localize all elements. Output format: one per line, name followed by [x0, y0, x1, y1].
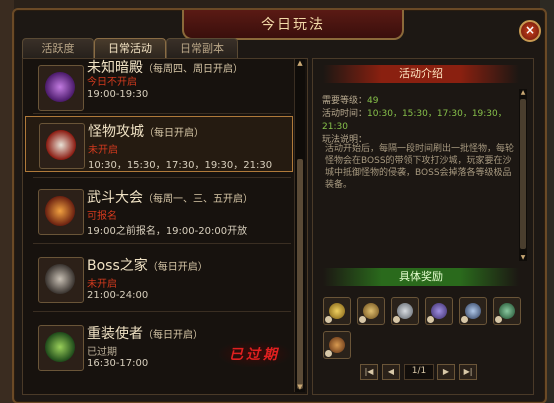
event-status: 未开启: [87, 279, 117, 290]
event-name: 怪物攻城: [88, 124, 144, 140]
title-plate: 今日玩法: [182, 10, 404, 40]
reward-blade-icon[interactable]: [391, 297, 419, 325]
reward-armor-icon[interactable]: [493, 297, 521, 325]
event-schedule: （每日开启）: [143, 330, 203, 341]
detail-scrollbar[interactable]: ▲ ▼: [519, 89, 527, 261]
reward-ring-icon[interactable]: [459, 297, 487, 325]
tab-activity[interactable]: 活跃度: [22, 38, 94, 59]
event-list: 未知暗殿（每周四、周日开启） 今日不开启 19:00-19:30 怪物攻城（每日…: [22, 58, 308, 395]
event-name: 武斗大会: [87, 190, 143, 206]
lock-icon: [359, 316, 366, 323]
list-item-unknown-dark-palace[interactable]: 未知暗殿（每周四、周日开启） 今日不开启 19:00-19:30: [25, 59, 293, 115]
next-page-button[interactable]: ▶: [437, 364, 455, 380]
reward-boots-icon[interactable]: [323, 331, 351, 359]
event-status: 已过期: [87, 347, 117, 358]
tab-daily-events[interactable]: 日常活动: [94, 38, 166, 59]
scroll-thumb[interactable]: [297, 159, 303, 389]
list-item-monster-siege[interactable]: 怪物攻城（每日开启） 未开启 10:30，15:30，17:30，19:30，2…: [25, 116, 293, 172]
reward-sword-icon[interactable]: [323, 297, 351, 325]
list-scrollbar[interactable]: ▲ ▼: [294, 59, 305, 392]
scroll-thumb[interactable]: [520, 99, 526, 249]
scroll-up-icon[interactable]: ▲: [295, 59, 305, 68]
dark-palace-icon: [38, 65, 84, 111]
window-title: 今日玩法: [261, 17, 325, 33]
event-detail-panel: 活动介绍 需要等级：49 活动时间：10:30，15:30，17:30，19:3…: [312, 58, 534, 395]
event-name: Boss之家: [87, 258, 148, 274]
reward-helmet-icon[interactable]: [357, 297, 385, 325]
scroll-up-icon[interactable]: ▲: [519, 89, 527, 96]
event-time: 19:00之前报名，19:00-20:00开放: [87, 226, 248, 237]
lock-icon: [461, 316, 468, 323]
list-item-martial-tournament[interactable]: 武斗大会（每周一、三、五开启） 可报名 19:00之前报名，19:00-20:0…: [25, 183, 293, 239]
first-page-button[interactable]: |◀: [360, 364, 378, 380]
event-time: 19:00-19:30: [87, 89, 149, 100]
monster-siege-icon: [39, 123, 85, 169]
boss-home-icon: [38, 257, 84, 303]
list-divider: [33, 113, 291, 114]
list-divider: [33, 243, 291, 244]
lock-icon: [427, 316, 434, 323]
last-page-button[interactable]: ▶|: [459, 364, 477, 380]
lock-icon: [325, 316, 332, 323]
event-status: 未开启: [88, 145, 118, 156]
lock-icon: [495, 316, 502, 323]
event-name: 重装使者: [87, 326, 143, 342]
event-status: 今日不开启: [87, 77, 137, 88]
rewards-header: 具体奖励: [323, 268, 519, 286]
page-indicator: 1/1: [404, 364, 434, 380]
level-label: 需要等级：: [322, 96, 368, 106]
event-time: 16:30-17:00: [87, 358, 149, 369]
martial-tournament-icon: [38, 189, 84, 235]
event-description: 活动开始后，每隔一段时间刷出一批怪物，每轮怪物会在BOSS的带领下攻打沙城，玩家…: [325, 144, 515, 190]
heavy-armor-envoy-icon: [38, 325, 84, 371]
list-item-boss-home[interactable]: Boss之家（每日开启） 未开启 21:00-24:00: [25, 251, 293, 307]
tab-daily-dungeons[interactable]: 日常副本: [166, 38, 238, 59]
intro-header: 活动介绍: [323, 65, 519, 83]
event-schedule: （每日开启）: [144, 128, 204, 139]
event-status: 可报名: [87, 211, 117, 222]
prev-page-button[interactable]: ◀: [382, 364, 400, 380]
level-value: 49: [367, 96, 379, 106]
list-divider: [33, 311, 291, 312]
list-divider: [33, 177, 291, 178]
event-schedule: （每周四、周日开启）: [143, 64, 243, 75]
time-label: 活动时间：: [322, 109, 368, 119]
event-time: 10:30，15:30，17:30，19:30，21:30: [88, 160, 273, 171]
expired-stamp: 已过期: [219, 341, 290, 367]
lock-icon: [325, 350, 332, 357]
scroll-down-icon[interactable]: ▼: [295, 383, 305, 392]
lock-icon: [393, 316, 400, 323]
event-time: 21:00-24:00: [87, 290, 149, 301]
daily-activities-window: 今日玩法 × 活跃度 日常活动 日常副本 未知暗殿（每周四、周日开启） 今日不开…: [0, 0, 554, 403]
event-schedule: （每周一、三、五开启）: [143, 194, 253, 205]
reward-necklace-icon[interactable]: [425, 297, 453, 325]
scroll-down-icon[interactable]: ▼: [519, 254, 527, 261]
close-button[interactable]: ×: [519, 20, 541, 42]
event-schedule: （每日开启）: [147, 262, 208, 273]
